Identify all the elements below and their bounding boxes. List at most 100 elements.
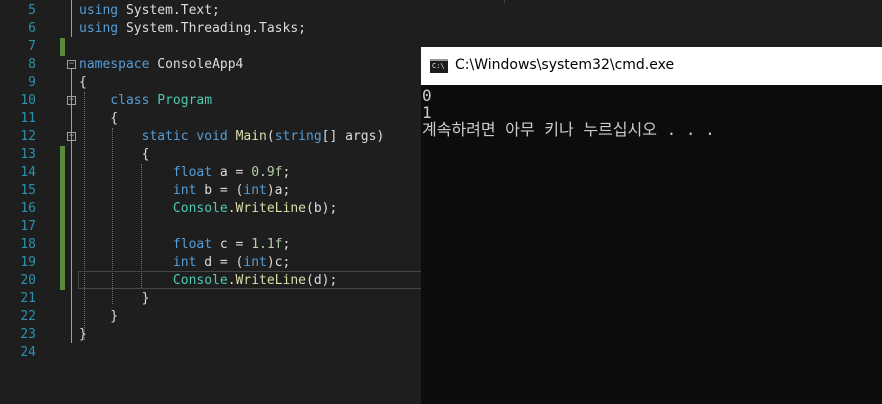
- line-number: 14: [20, 165, 36, 180]
- line-number: 24: [20, 345, 36, 360]
- line-number: 6: [28, 21, 36, 36]
- code-line[interactable]: 5 using System.Text;: [0, 2, 882, 20]
- code-text: class Program: [79, 92, 212, 110]
- code-token: int: [243, 255, 267, 270]
- code-token: (b);: [306, 201, 338, 216]
- code-token: ConsoleApp4: [149, 57, 244, 72]
- code-token: c =: [212, 237, 252, 252]
- code-text: Console.WriteLine(d);: [79, 272, 337, 290]
- code-token: )a;: [266, 183, 291, 198]
- code-token: System.Threading.Tasks;: [118, 21, 306, 36]
- code-token: {: [79, 111, 119, 126]
- code-token: 1.1f: [251, 237, 283, 252]
- cmd-output: 0 1 계속하려면 아무 키나 누르십시오 . . .: [422, 87, 715, 138]
- code-token: using: [79, 3, 119, 18]
- line-number: 8: [28, 57, 36, 72]
- code-token: WriteLine: [235, 273, 306, 288]
- code-token: }: [79, 327, 87, 342]
- code-token: (d);: [306, 273, 338, 288]
- line-number: 17: [20, 219, 36, 234]
- code-token: Program: [157, 93, 213, 108]
- line-number: 23: [20, 327, 36, 342]
- code-text: static void Main(string[] args): [79, 128, 385, 146]
- cmd-window-title: C:\Windows\system32\cmd.exe: [455, 57, 675, 73]
- code-text: }: [79, 290, 150, 308]
- code-token: WriteLine: [235, 201, 306, 216]
- line-number: 18: [20, 237, 36, 252]
- code-token: using: [79, 21, 119, 36]
- code-token: void: [196, 129, 228, 144]
- code-token: namespace: [79, 57, 150, 72]
- cmd-output-line: 계속하려면 아무 키나 누르십시오 . . .: [422, 120, 715, 139]
- line-number: 19: [20, 255, 36, 270]
- code-token: int: [243, 183, 267, 198]
- code-token: {: [79, 147, 150, 162]
- code-text: float c = 1.1f;: [79, 236, 290, 254]
- code-token: d = (: [196, 255, 244, 270]
- code-text: float a = 0.9f;: [79, 164, 290, 182]
- code-token: class: [110, 93, 150, 108]
- code-text: int b = (int)a;: [79, 182, 290, 200]
- code-text: int d = (int)c;: [79, 254, 290, 272]
- code-text: {: [79, 110, 118, 128]
- cmd-titlebar[interactable]: C:\ C:\Windows\system32\cmd.exe: [421, 47, 882, 85]
- cmd-output-line: 1: [422, 103, 432, 122]
- code-token: string: [274, 129, 322, 144]
- code-token: Console: [172, 201, 228, 216]
- line-number: 22: [20, 309, 36, 324]
- code-token: Main: [235, 129, 267, 144]
- line-number: 16: [20, 201, 36, 216]
- code-token: int: [172, 255, 197, 270]
- code-token: .: [227, 273, 236, 288]
- line-number: 10: [20, 93, 36, 108]
- code-token: float: [172, 237, 213, 252]
- line-number: 11: [20, 111, 36, 126]
- code-token: System.Text;: [118, 3, 220, 18]
- cmd-window[interactable]: C:\ C:\Windows\system32\cmd.exe 0 1 계속하려…: [421, 47, 882, 404]
- line-number: 21: [20, 291, 36, 306]
- code-token: ;: [282, 237, 291, 252]
- code-text: using System.Threading.Tasks;: [79, 20, 306, 38]
- code-token: 0.9f: [251, 165, 283, 180]
- line-number: 15: [20, 183, 36, 198]
- line-number: 9: [28, 75, 36, 90]
- code-token: [] args): [321, 129, 385, 144]
- code-text: using System.Text;: [79, 2, 220, 20]
- code-token: Console: [172, 273, 228, 288]
- code-token: ;: [282, 165, 291, 180]
- code-token: static: [141, 129, 189, 144]
- code-token: int: [172, 183, 197, 198]
- code-token: float: [172, 165, 213, 180]
- code-text: Console.WriteLine(b);: [79, 200, 337, 218]
- code-text: {: [79, 146, 150, 164]
- code-line[interactable]: 6 using System.Threading.Tasks;: [0, 20, 882, 38]
- code-text: {: [79, 74, 87, 92]
- code-text: }: [79, 308, 118, 326]
- line-number: 5: [28, 3, 36, 18]
- code-token: }: [79, 291, 150, 306]
- code-token: )c;: [266, 255, 291, 270]
- line-number: 20: [20, 273, 36, 288]
- cmd-output-line: 0: [422, 86, 432, 105]
- code-text: namespace ConsoleApp4: [79, 56, 243, 74]
- line-number: 12: [20, 129, 36, 144]
- code-token: }: [79, 309, 119, 324]
- line-number: 13: [20, 147, 36, 162]
- code-text: }: [79, 326, 87, 344]
- code-token: b = (: [196, 183, 244, 198]
- code-token: {: [79, 75, 87, 90]
- line-number: 7: [28, 39, 36, 54]
- code-token: (: [266, 129, 275, 144]
- code-token: .: [227, 201, 236, 216]
- code-token: a =: [212, 165, 252, 180]
- cmd-window-icon[interactable]: C:\: [430, 59, 448, 73]
